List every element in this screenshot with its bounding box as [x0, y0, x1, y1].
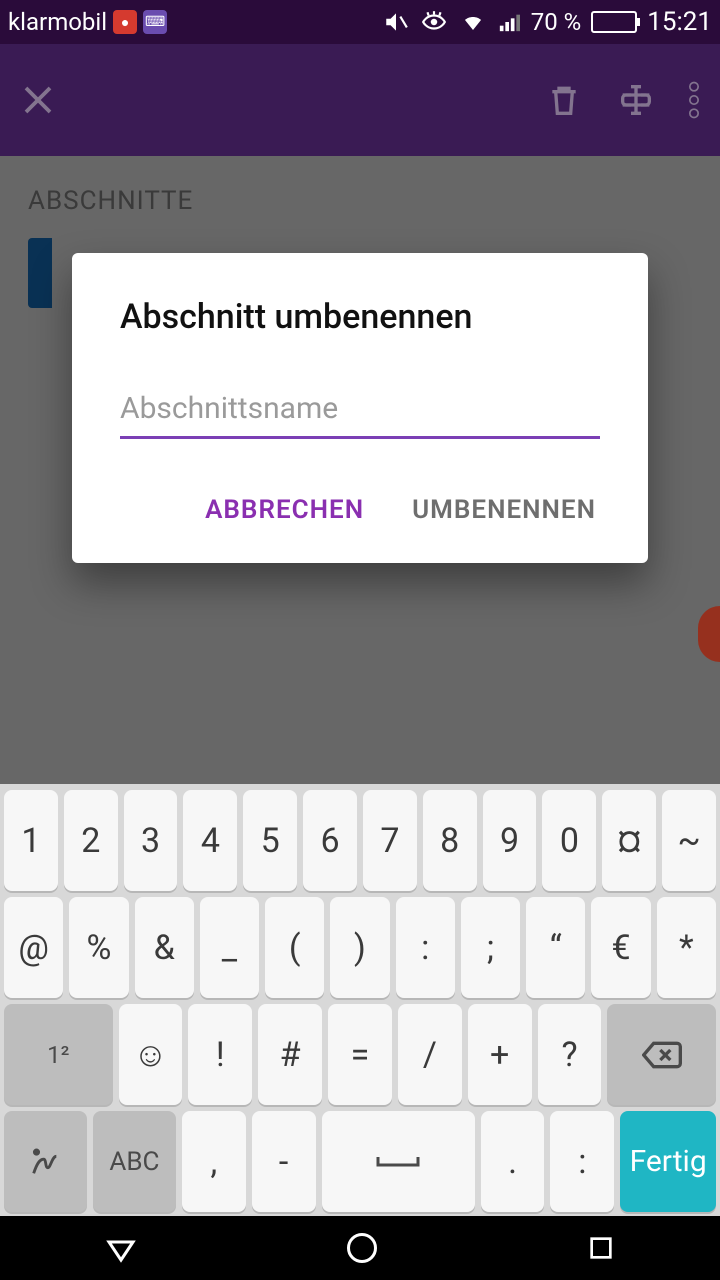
- key-,[interactable]: ,: [182, 1111, 246, 1212]
- key-/[interactable]: /: [398, 1004, 462, 1105]
- key-([interactable]: (: [265, 897, 324, 998]
- space-key[interactable]: [322, 1111, 475, 1212]
- key-:[interactable]: :: [396, 897, 455, 998]
- section-name-input[interactable]: [120, 385, 600, 439]
- symbol-shift-key[interactable]: 1²: [4, 1004, 113, 1105]
- key-9[interactable]: 9: [483, 790, 537, 891]
- key-0[interactable]: 0: [542, 790, 596, 891]
- key-![interactable]: !: [188, 1004, 252, 1105]
- key-6[interactable]: 6: [303, 790, 357, 891]
- key-2[interactable]: 2: [64, 790, 118, 891]
- back-button[interactable]: [103, 1230, 139, 1266]
- eye-icon: [419, 9, 449, 35]
- backspace-key[interactable]: [607, 1004, 716, 1105]
- key-=[interactable]: =: [328, 1004, 392, 1105]
- wifi-icon: [459, 10, 487, 34]
- system-nav-bar: [0, 1216, 720, 1280]
- keyboard-row-1: 1234567890¤~: [4, 790, 716, 891]
- mute-icon: [383, 9, 409, 35]
- key-.[interactable]: .: [481, 1111, 545, 1212]
- key-“[interactable]: “: [526, 897, 585, 998]
- battery-percent: 70 %: [531, 8, 582, 36]
- keyboard-row-4: ABC ,-.: Fertig: [4, 1111, 716, 1212]
- key-*[interactable]: *: [657, 897, 716, 998]
- signal-icon: [497, 11, 521, 33]
- key-_[interactable]: _: [200, 897, 259, 998]
- key-☺[interactable]: ☺: [119, 1004, 183, 1105]
- key-:[interactable]: :: [550, 1111, 614, 1212]
- recording-indicator-icon: ●: [113, 10, 137, 34]
- keyboard-indicator-icon: ⌨: [143, 10, 167, 34]
- status-bar: klarmobil ● ⌨ 70 % 15:21: [0, 0, 720, 44]
- dialog-title: Abschnitt umbenennen: [120, 297, 600, 337]
- abc-key[interactable]: ABC: [93, 1111, 176, 1212]
- keyboard-row-3: 1² ☺!#=/+?: [4, 1004, 716, 1105]
- recent-apps-button[interactable]: [585, 1232, 617, 1264]
- key-@[interactable]: @: [4, 897, 63, 998]
- key--[interactable]: -: [252, 1111, 316, 1212]
- key-7[interactable]: 7: [363, 790, 417, 891]
- key-€[interactable]: €: [591, 897, 650, 998]
- key-¤[interactable]: ¤: [602, 790, 656, 891]
- carrier-label: klarmobil: [8, 8, 107, 36]
- key-#[interactable]: #: [258, 1004, 322, 1105]
- key-~[interactable]: ~: [662, 790, 716, 891]
- key-1[interactable]: 1: [4, 790, 58, 891]
- key-&[interactable]: &: [135, 897, 194, 998]
- rename-dialog: Abschnitt umbenennen ABBRECHEN UMBENENNE…: [72, 253, 648, 563]
- handwriting-key[interactable]: [4, 1111, 87, 1212]
- battery-icon: [591, 11, 637, 33]
- key-%[interactable]: %: [69, 897, 128, 998]
- home-button[interactable]: [344, 1230, 380, 1266]
- clock: 15:21: [647, 7, 712, 37]
- key-)[interactable]: ): [330, 897, 389, 998]
- key-;[interactable]: ;: [461, 897, 520, 998]
- key-3[interactable]: 3: [124, 790, 178, 891]
- cancel-button[interactable]: ABBRECHEN: [201, 485, 368, 535]
- keyboard-row-2: @%&_():;“€*: [4, 897, 716, 998]
- key-+[interactable]: +: [468, 1004, 532, 1105]
- key-4[interactable]: 4: [183, 790, 237, 891]
- key-?[interactable]: ?: [538, 1004, 602, 1105]
- key-8[interactable]: 8: [423, 790, 477, 891]
- soft-keyboard: 1234567890¤~ @%&_():;“€* 1² ☺!#=/+? ABC …: [0, 784, 720, 1216]
- done-key[interactable]: Fertig: [620, 1111, 716, 1212]
- rename-confirm-button[interactable]: UMBENENNEN: [408, 485, 600, 535]
- key-5[interactable]: 5: [243, 790, 297, 891]
